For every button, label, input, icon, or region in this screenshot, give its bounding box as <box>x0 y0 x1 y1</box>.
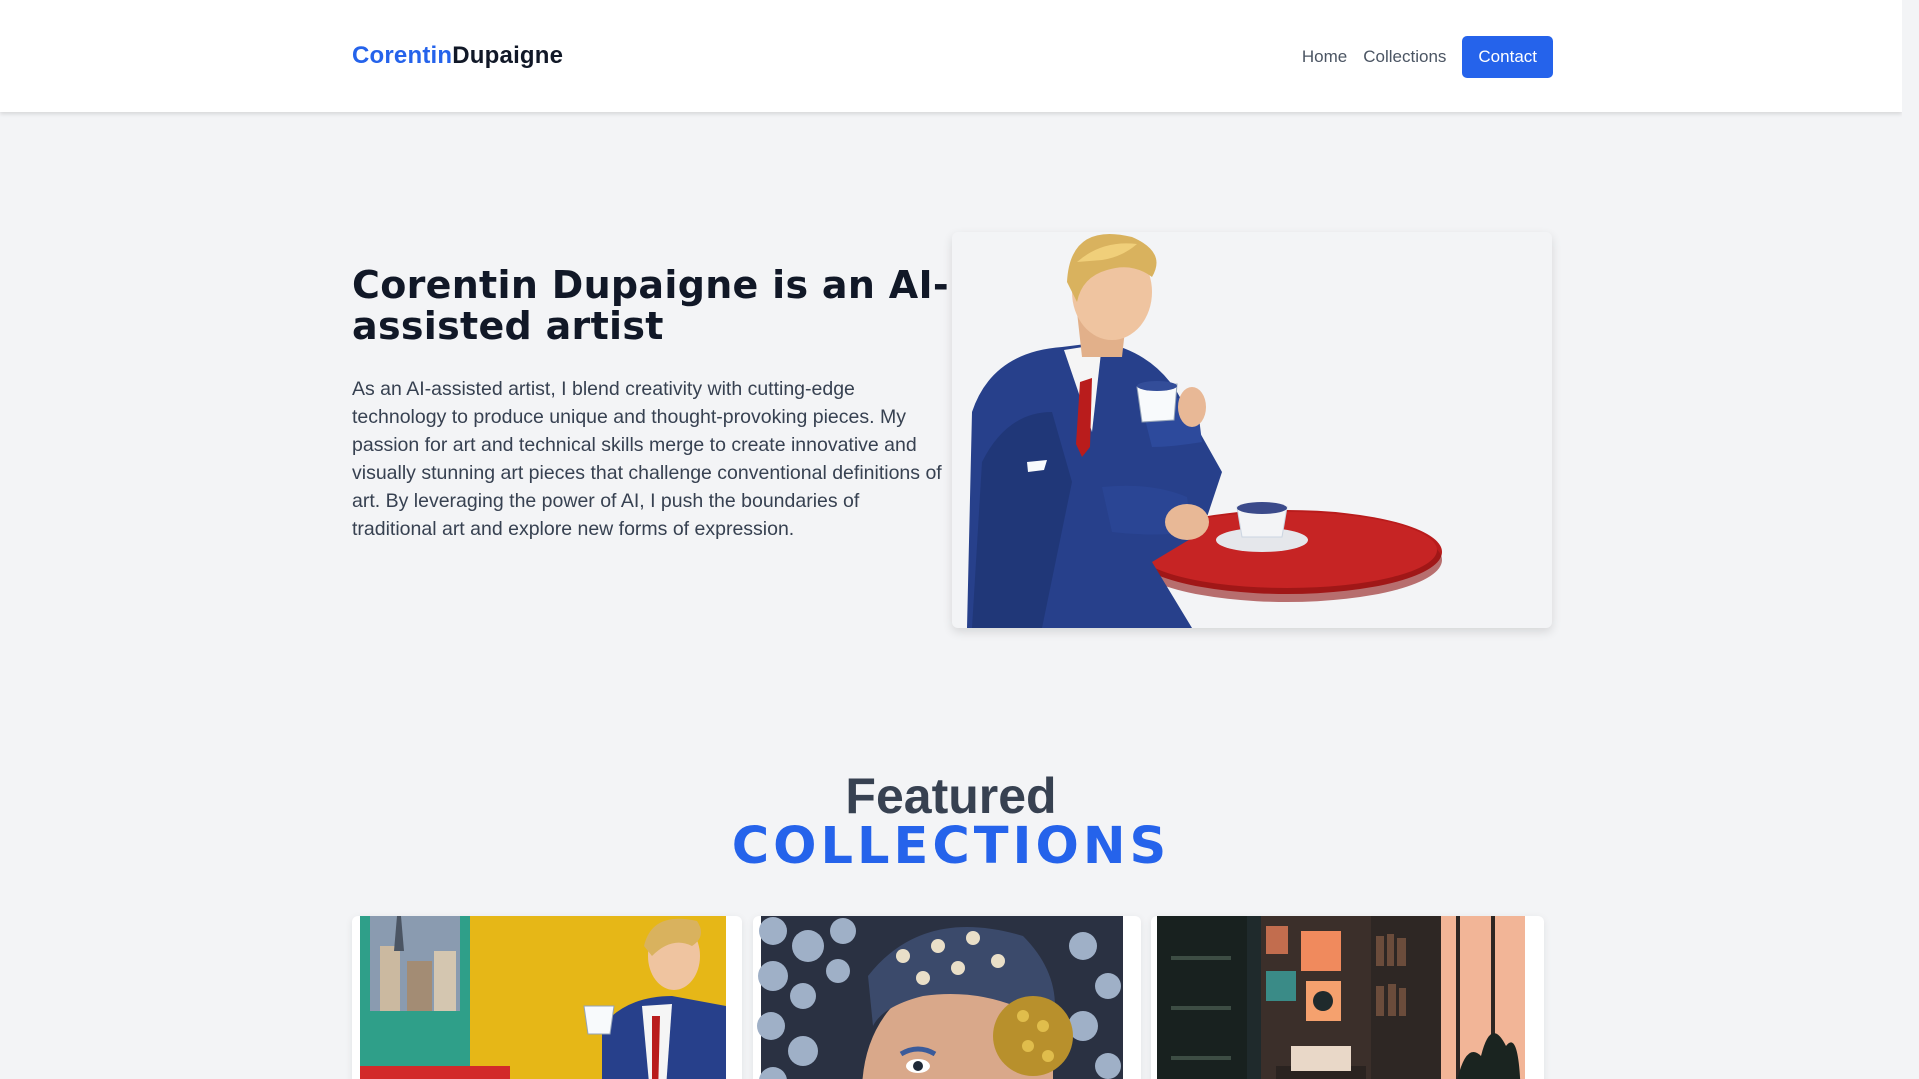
collection-image-1 <box>360 916 726 1079</box>
collection-image-3 <box>1157 916 1525 1079</box>
hero-artwork-image <box>952 232 1552 628</box>
featured-subheading: COLLECTIONS <box>731 817 1171 876</box>
man-drinking-coffee-illustration <box>967 234 1442 628</box>
collection-card-3[interactable] <box>1151 916 1544 1079</box>
nav-home-link[interactable]: Home <box>1302 47 1347 67</box>
collection-card-2[interactable] <box>753 916 1141 1079</box>
collection-card-1[interactable] <box>352 916 742 1079</box>
collection-image-2 <box>757 916 1123 1079</box>
main-nav: Home Collections Contact <box>1286 36 1553 78</box>
site-header: CorentinDupaigne Home Collections Contac… <box>0 0 1902 112</box>
logo-link[interactable]: CorentinDupaigne <box>352 42 563 70</box>
hero-description: As an AI-assisted artist, I blend creati… <box>352 378 942 540</box>
featured-heading: Featured <box>845 768 1057 824</box>
page: CorentinDupaigne Home Collections Contac… <box>0 0 1902 1079</box>
nav-collections-link[interactable]: Collections <box>1363 47 1446 67</box>
logo-last-name: Dupaigne <box>452 42 564 69</box>
hero-title: Corentin Dupaigne is an AI-assisted arti… <box>352 263 949 348</box>
logo-first-name: Corentin <box>352 42 453 69</box>
contact-button[interactable]: Contact <box>1462 36 1553 78</box>
